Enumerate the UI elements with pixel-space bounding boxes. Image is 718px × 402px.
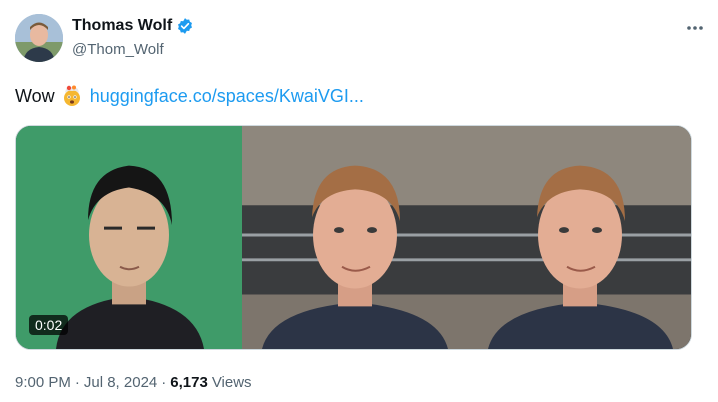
tweet-meta: 9:00 PM · Jul 8, 2024 · 6,173 Views — [15, 374, 252, 391]
more-options-icon[interactable] — [685, 18, 705, 38]
result-video-frame — [468, 126, 691, 349]
tweet-link[interactable]: huggingface.co/spaces/KwaiVGI... — [90, 84, 364, 108]
author-display-name[interactable]: Thomas Wolf — [72, 17, 172, 35]
video-media[interactable]: 0:02 — [15, 125, 692, 350]
driving-video-frame — [242, 126, 468, 349]
exploding-head-emoji-icon — [61, 85, 83, 107]
meta-separator: · — [161, 374, 167, 391]
tweet-body-text: Wow — [15, 86, 55, 106]
views-label: Views — [211, 374, 252, 391]
verified-badge-icon — [176, 17, 194, 35]
tweet-date[interactable]: Jul 8, 2024 — [84, 374, 157, 391]
tweet-header: Thomas Wolf @Thom_Wolf — [15, 14, 705, 64]
author-handle[interactable]: @Thom_Wolf — [72, 41, 194, 58]
video-duration-badge: 0:02 — [29, 315, 69, 335]
source-portrait-image: 0:02 — [16, 126, 242, 349]
views-count: 6,173 — [170, 374, 208, 391]
author-names: Thomas Wolf @Thom_Wolf — [72, 15, 194, 58]
tweet-time[interactable]: 9:00 PM — [15, 374, 71, 391]
meta-separator: · — [74, 374, 80, 391]
avatar[interactable] — [15, 14, 63, 62]
tweet-text: Wow huggingface.co/spaces/KwaiVGI... — [15, 84, 364, 108]
